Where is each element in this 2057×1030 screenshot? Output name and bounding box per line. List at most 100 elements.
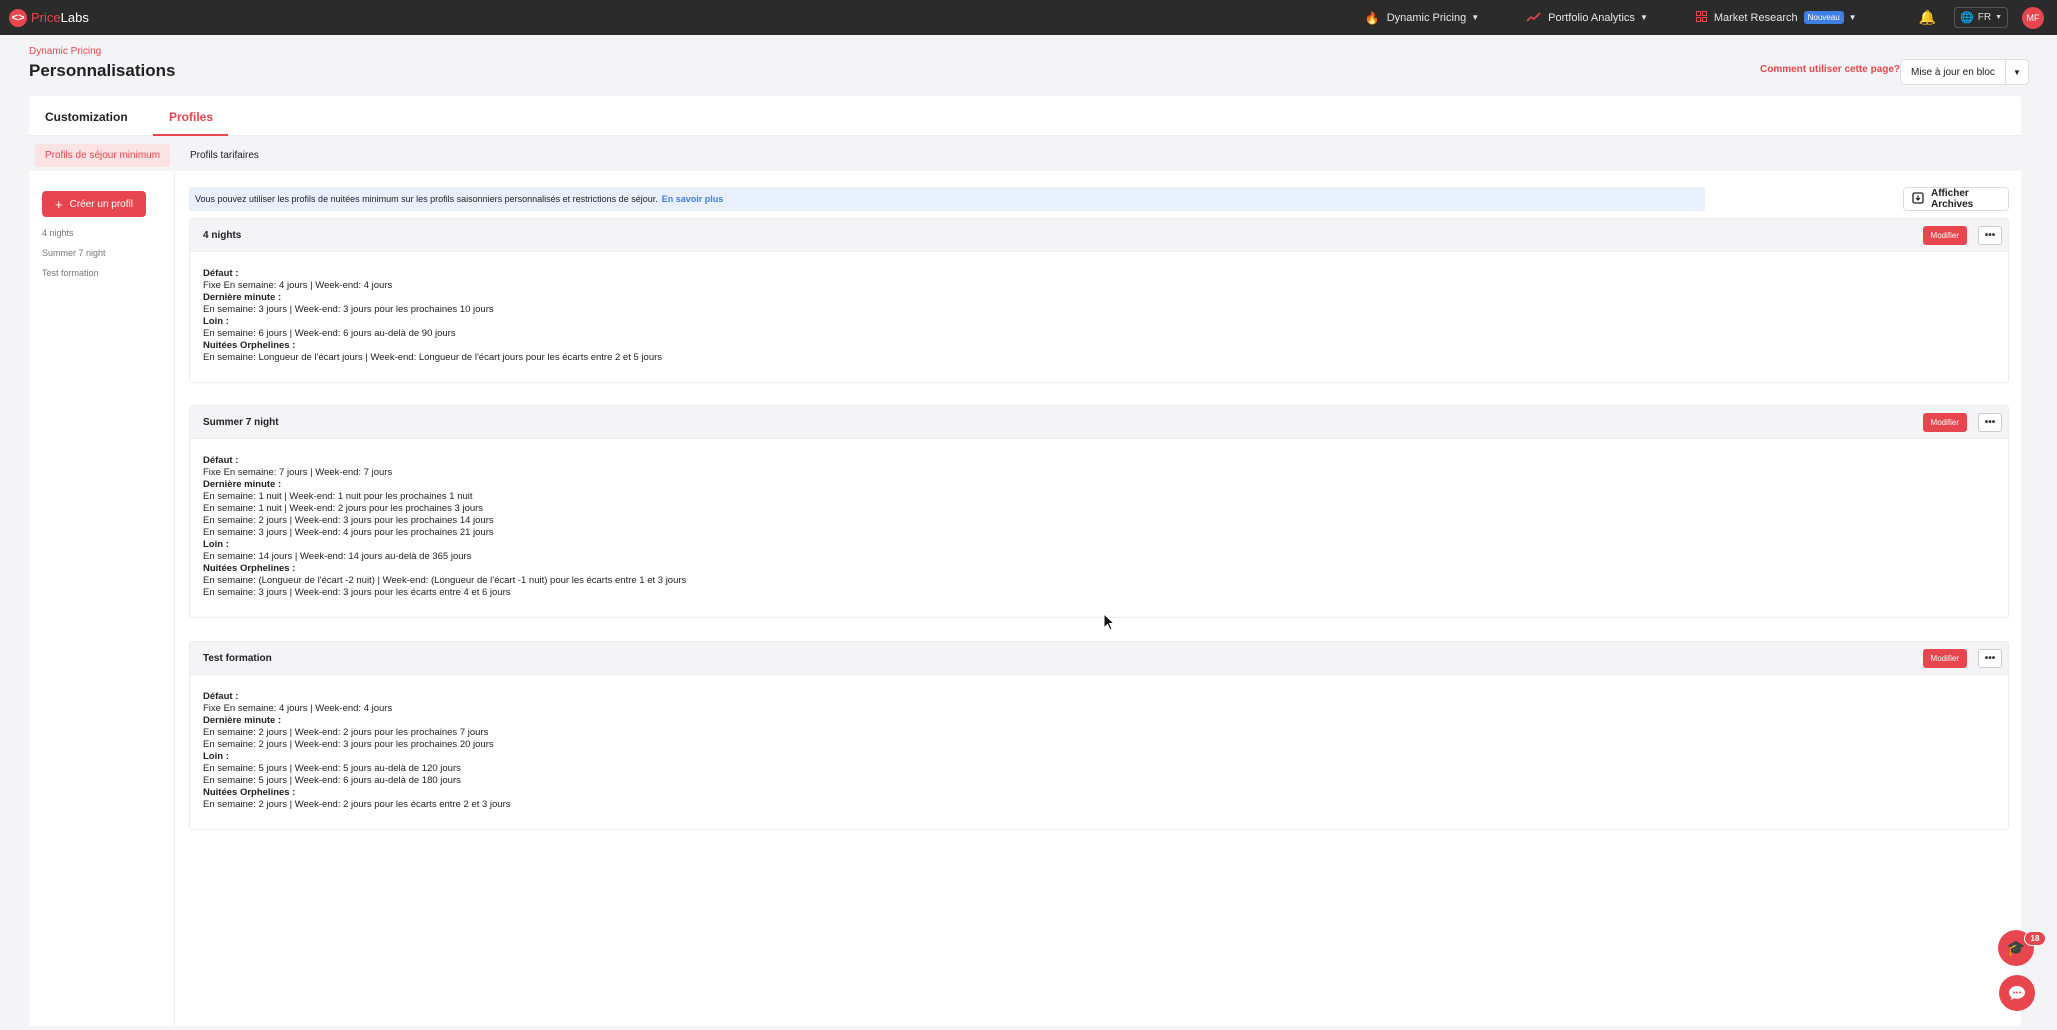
detail-heading: Défaut : — [203, 455, 239, 466]
learn-more-link[interactable]: En savoir plus — [662, 194, 724, 204]
detail-heading: Loin : — [203, 316, 229, 327]
caret-down-icon: ▼ — [1639, 13, 1648, 22]
detail-heading: Défaut : — [203, 268, 239, 279]
detail-line: En semaine: 3 jours | Week-end: 3 jours … — [203, 587, 511, 598]
detail-line: En semaine: 14 jours | Week-end: 14 jour… — [203, 551, 472, 562]
logo-text: PriceLabs — [31, 10, 89, 25]
bell-icon[interactable]: 🔔 — [1919, 9, 1936, 26]
trend-chart-icon — [1526, 11, 1541, 25]
profile-card-test-formation: Test formation Modifier ••• Défaut : Fixe… — [189, 641, 2009, 830]
top-navbar: <> PriceLabs 🔥 Dynamic Pricing ▼ Portfol… — [0, 0, 2057, 35]
logo-text-labs: Labs — [60, 10, 89, 25]
tab-profiles[interactable]: Profiles — [169, 110, 213, 124]
info-text: Vous pouvez utiliser les profils de nuit… — [195, 194, 658, 204]
more-options-icon[interactable]: ••• — [1978, 226, 2002, 245]
caret-down-icon[interactable]: ▼ — [2006, 68, 2028, 77]
nav-portfolio-analytics[interactable]: Portfolio Analytics ▼ — [1526, 11, 1648, 25]
profile-details: Défaut : Fixe En semaine: 4 jours | Week-… — [190, 675, 2008, 829]
profile-card-4-nights: 4 nights Modifier ••• Défaut : Fixe En se… — [189, 218, 2009, 383]
bulk-update-label: Mise à jour en bloc — [1901, 60, 2006, 84]
detail-line: En semaine: (Longueur de l'écart -2 nuit… — [203, 575, 687, 586]
detail-heading: Loin : — [203, 751, 229, 762]
chat-icon[interactable] — [1999, 975, 2035, 1011]
profile-header: 4 nights Modifier ••• — [190, 219, 2008, 252]
nav-portfolio-analytics-label: Portfolio Analytics — [1548, 11, 1635, 24]
create-profile-label: Créer un profil — [69, 198, 133, 210]
breadcrumb[interactable]: Dynamic Pricing — [29, 46, 101, 57]
tab-customization[interactable]: Customization — [45, 110, 128, 124]
mouse-cursor-icon — [1103, 612, 1116, 636]
detail-heading: Dernière minute : — [203, 715, 282, 726]
language-label: FR — [1977, 12, 1992, 23]
profile-details: Défaut : Fixe En semaine: 4 jours | Week-… — [190, 252, 2008, 382]
edit-button[interactable]: Modifier — [1922, 226, 1967, 245]
plus-icon: + — [55, 196, 63, 212]
detail-line: Fixe En semaine: 4 jours | Week-end: 4 j… — [203, 280, 393, 291]
info-banner: Vous pouvez utiliser les profils de nuit… — [189, 187, 1705, 211]
detail-line: En semaine: 2 jours | Week-end: 2 jours … — [203, 799, 511, 810]
detail-line: Fixe En semaine: 4 jours | Week-end: 4 j… — [203, 703, 393, 714]
detail-line: En semaine: 3 jours | Week-end: 4 jours … — [203, 527, 494, 538]
subtab-bar: Profils de séjour minimum Profils tarifa… — [29, 136, 2021, 171]
detail-line: En semaine: Longueur de l'écart jours | … — [203, 352, 663, 363]
page-title: Personnalisations — [29, 61, 176, 80]
language-selector[interactable]: 🌐 FR ▼ — [1954, 7, 2008, 28]
detail-heading: Nuitées Orphelines : — [203, 787, 296, 798]
sidebar-item-summer-7-night[interactable]: Summer 7 night — [42, 248, 106, 258]
create-profile-button[interactable]: + Créer un profil — [42, 191, 146, 217]
nav-dynamic-pricing-label: Dynamic Pricing — [1386, 11, 1467, 24]
subtab-pricing[interactable]: Profils tarifaires — [180, 144, 269, 167]
archive-icon — [1912, 191, 1924, 207]
caret-down-icon: ▼ — [1848, 13, 1857, 22]
detail-line: En semaine: 2 jours | Week-end: 3 jours … — [203, 515, 494, 526]
help-link[interactable]: Comment utiliser cette page? — [1760, 64, 1900, 75]
main-card: Customization Profiles Profils de séjour… — [29, 96, 2021, 1026]
bulk-update-button[interactable]: Mise à jour en bloc ▼ — [1900, 59, 2029, 85]
show-archives-button[interactable]: Afficher Archives — [1903, 187, 2009, 211]
pricelabs-logo[interactable]: <> PriceLabs — [9, 8, 89, 27]
detail-heading: Nuitées Orphelines : — [203, 340, 296, 351]
logo-text-price: Price — [31, 10, 61, 25]
pricelabs-logo-icon: <> — [9, 8, 27, 27]
profile-name: Summer 7 night — [203, 416, 279, 428]
profile-details: Défaut : Fixe En semaine: 7 jours | Week-… — [190, 439, 2008, 617]
detail-heading: Défaut : — [203, 691, 239, 702]
detail-line: En semaine: 5 jours | Week-end: 5 jours … — [203, 763, 461, 774]
more-options-icon[interactable]: ••• — [1978, 649, 2002, 668]
subtab-min-stay[interactable]: Profils de séjour minimum — [35, 144, 171, 167]
flame-icon: 🔥 — [1364, 10, 1380, 25]
detail-heading: Dernière minute : — [203, 292, 282, 303]
detail-line: En semaine: 2 jours | Week-end: 3 jours … — [203, 739, 494, 750]
globe-icon: 🌐 — [1960, 12, 1974, 24]
nav-dynamic-pricing[interactable]: 🔥 Dynamic Pricing ▼ — [1365, 11, 1479, 25]
nav-market-research-label: Market Research — [1713, 11, 1798, 24]
detail-line: Fixe En semaine: 7 jours | Week-end: 7 j… — [203, 467, 393, 478]
detail-line: En semaine: 3 jours | Week-end: 3 jours … — [203, 304, 494, 315]
detail-line: En semaine: 2 jours | Week-end: 2 jours … — [203, 727, 489, 738]
detail-heading: Loin : — [203, 539, 229, 550]
edit-button[interactable]: Modifier — [1922, 649, 1967, 668]
help-count-badge: 18 — [2024, 931, 2046, 946]
detail-line: En semaine: 6 jours | Week-end: 6 jours … — [203, 328, 456, 339]
caret-down-icon: ▼ — [1995, 14, 2002, 21]
profile-header: Summer 7 night Modifier ••• — [190, 406, 2008, 439]
detail-line: En semaine: 1 nuit | Week-end: 1 nuit po… — [203, 491, 473, 502]
tab-bar: Customization Profiles — [29, 96, 2021, 136]
detail-heading: Dernière minute : — [203, 479, 282, 490]
profile-name: Test formation — [203, 652, 272, 664]
detail-line: En semaine: 5 jours | Week-end: 6 jours … — [203, 775, 461, 786]
sidebar-item-4-nights[interactable]: 4 nights — [42, 228, 74, 238]
caret-down-icon: ▼ — [1471, 13, 1480, 22]
sidebar-item-test-formation[interactable]: Test formation — [42, 268, 99, 278]
profile-header: Test formation Modifier ••• — [190, 642, 2008, 675]
profile-name: 4 nights — [203, 229, 242, 241]
detail-heading: Nuitées Orphelines : — [203, 563, 296, 574]
profile-card-summer-7-night: Summer 7 night Modifier ••• Défaut : Fixe… — [189, 405, 2009, 618]
more-options-icon[interactable]: ••• — [1978, 413, 2002, 432]
nav-market-research[interactable]: Market Research Nouveau ▼ — [1695, 10, 1857, 25]
detail-line: En semaine: 1 nuit | Week-end: 2 jours p… — [203, 503, 484, 514]
user-avatar[interactable]: MF — [2022, 6, 2044, 29]
edit-button[interactable]: Modifier — [1922, 413, 1967, 432]
profile-sidebar — [29, 171, 175, 1026]
new-badge: Nouveau — [1803, 11, 1844, 24]
